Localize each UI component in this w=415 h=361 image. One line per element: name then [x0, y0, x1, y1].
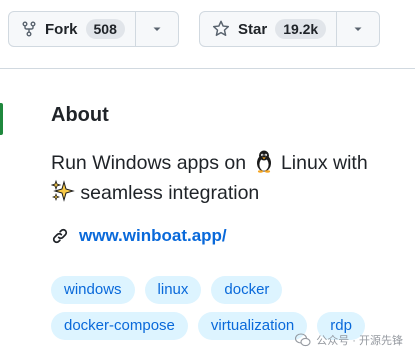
fork-button[interactable]: Fork 508: [9, 12, 135, 46]
fork-count: 508: [85, 19, 125, 39]
repo-action-bar: Fork 508 Star 19.2k: [0, 0, 415, 69]
about-section: About Run Windows apps on Linux with sea…: [51, 104, 401, 246]
star-button[interactable]: Star 19.2k: [200, 12, 336, 46]
triangle-down-icon: [153, 27, 161, 31]
topic-list: windows linux docker docker-compose virtuali…: [51, 276, 401, 340]
active-nav-indicator: [0, 103, 3, 135]
penguin-emoji-icon: [256, 150, 271, 173]
star-button-group: Star 19.2k: [199, 11, 381, 47]
website-row: www.winboat.app/: [51, 226, 401, 246]
sparkles-emoji-icon: [51, 179, 75, 202]
description-text-3: seamless integration: [80, 182, 260, 204]
star-count: 19.2k: [275, 19, 327, 39]
description-text-2: Linux with: [280, 152, 368, 174]
topic-tag[interactable]: virtualization: [197, 312, 308, 340]
repo-description: Run Windows apps on Linux with seamless …: [51, 148, 401, 208]
wechat-icon: [295, 333, 311, 347]
link-icon: [52, 228, 68, 244]
star-label: Star: [238, 20, 268, 38]
triangle-down-icon: [354, 27, 362, 31]
repo-forked-icon: [22, 21, 36, 37]
topic-tag[interactable]: docker: [211, 276, 283, 304]
star-icon: [212, 20, 230, 37]
fork-label: Fork: [45, 20, 78, 38]
topic-tag[interactable]: windows: [51, 276, 135, 304]
website-link[interactable]: www.winboat.app/: [79, 226, 227, 246]
topic-tag[interactable]: docker-compose: [51, 312, 188, 340]
star-dropdown-button[interactable]: [336, 12, 379, 46]
wechat-watermark: 公众号 · 开源先锋: [295, 332, 403, 348]
description-text-1: Run Windows apps on: [51, 152, 247, 174]
fork-button-group: Fork 508: [8, 11, 179, 47]
fork-dropdown-button[interactable]: [134, 12, 178, 46]
topic-tag[interactable]: linux: [144, 276, 202, 304]
watermark-text: 公众号 · 开源先锋: [316, 335, 403, 347]
about-heading: About: [51, 104, 109, 126]
